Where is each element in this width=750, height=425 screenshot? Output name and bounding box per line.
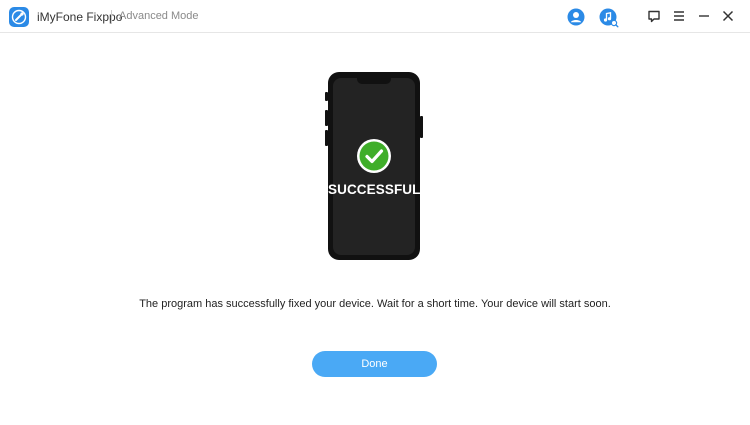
mode-label: Advanced Mode <box>119 10 199 22</box>
title-bar: iMyFone Fixppo Advanced Mode <box>0 0 750 33</box>
music-search-icon[interactable] <box>599 8 619 28</box>
title-divider <box>111 10 112 24</box>
phone-volume-down-button <box>325 130 328 146</box>
status-message: The program has successfully fixed your … <box>139 298 611 310</box>
menu-icon[interactable] <box>671 8 689 26</box>
app-title: iMyFone Fixppo <box>37 10 123 24</box>
success-label: SUCCESSFUL <box>328 182 421 197</box>
minimize-icon[interactable] <box>696 8 714 26</box>
phone-side-button <box>325 92 328 101</box>
done-button[interactable]: Done <box>312 351 437 377</box>
phone-power-button <box>420 116 423 138</box>
phone-volume-up-button <box>325 110 328 126</box>
phone-notch <box>357 78 391 84</box>
check-circle-icon <box>356 138 392 174</box>
account-icon[interactable] <box>567 8 585 26</box>
feedback-icon[interactable] <box>646 8 664 26</box>
wrench-icon <box>9 7 29 27</box>
close-icon[interactable] <box>720 8 738 26</box>
